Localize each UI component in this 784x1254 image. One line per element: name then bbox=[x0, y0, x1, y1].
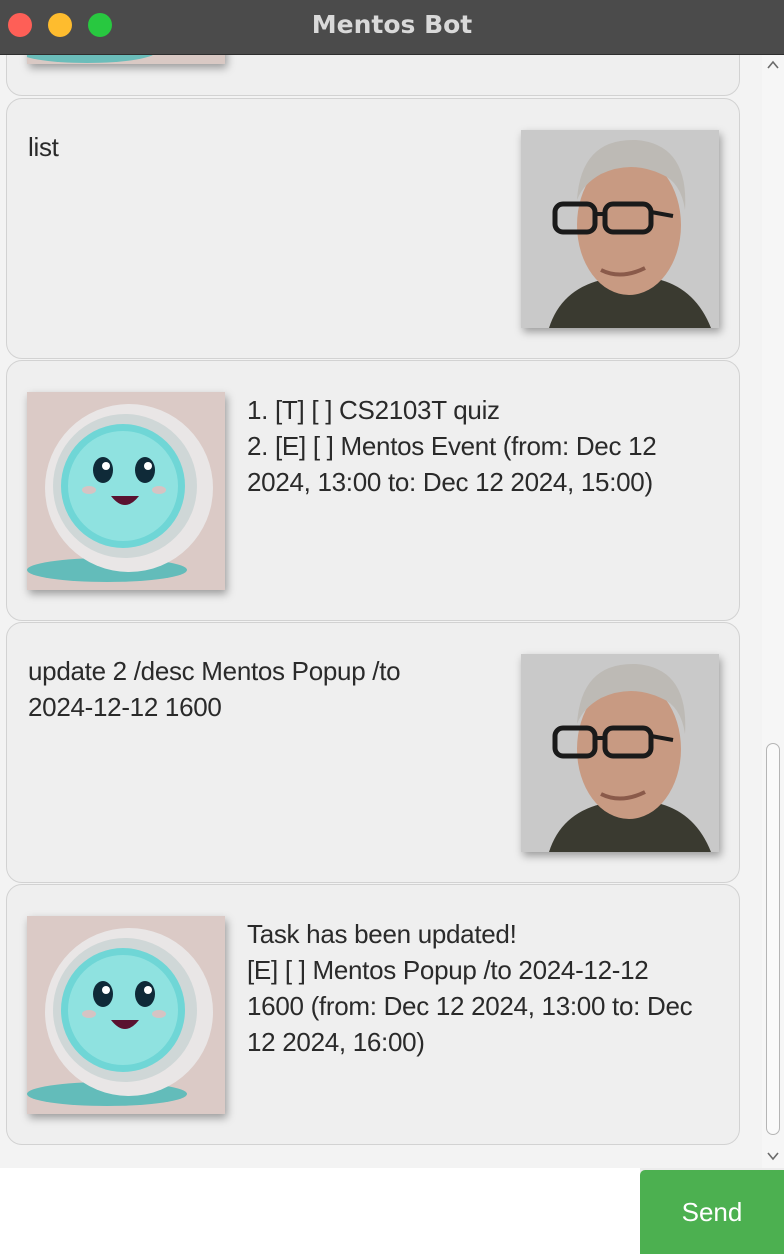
message-line: 1600 (from: Dec 12 2024, 13:00 to: Dec bbox=[247, 991, 693, 1021]
bot-avatar-mentos bbox=[27, 55, 225, 64]
message-line: Task has been updated! bbox=[247, 919, 517, 949]
user-message-text: list bbox=[28, 129, 59, 165]
message-line: update 2 /desc Mentos Popup /to bbox=[28, 656, 401, 686]
send-button[interactable]: Send bbox=[640, 1170, 784, 1254]
bot-avatar-mentos bbox=[27, 392, 225, 590]
vertical-scrollbar[interactable] bbox=[762, 55, 784, 1168]
message-input[interactable] bbox=[0, 1168, 640, 1254]
user-avatar-photo bbox=[521, 130, 719, 328]
message-line: [E] [ ] Mentos Popup /to 2024-12-12 bbox=[247, 955, 649, 985]
title-bar: Mentos Bot bbox=[0, 0, 784, 55]
user-message-bubble: update 2 /desc Mentos Popup /to 2024-12-… bbox=[6, 622, 740, 883]
window-title: Mentos Bot bbox=[311, 10, 473, 39]
bot-avatar-mentos bbox=[27, 916, 225, 1114]
user-message-text: update 2 /desc Mentos Popup /to 2024-12-… bbox=[28, 653, 401, 725]
bot-message-bubble: 1. [T] [ ] CS2103T quiz 2. [E] [ ] Mento… bbox=[6, 360, 740, 621]
bot-message-text: Task has been updated! [E] [ ] Mentos Po… bbox=[247, 916, 693, 1060]
scroll-up-arrow-icon[interactable] bbox=[765, 57, 781, 73]
scrollbar-thumb[interactable] bbox=[766, 743, 780, 1135]
message-line: 2. [E] [ ] Mentos Event (from: Dec 12 bbox=[247, 431, 657, 461]
bot-message-text: 1. [T] [ ] CS2103T quiz 2. [E] [ ] Mento… bbox=[247, 392, 657, 500]
previous-message-bubble bbox=[6, 55, 740, 96]
message-line: 2024, 13:00 to: Dec 12 2024, 15:00) bbox=[247, 467, 653, 497]
user-message-bubble: list bbox=[6, 98, 740, 359]
chat-scroll-pane[interactable]: list 1. [T] [] CS2103T quiz 2. [E] [] … bbox=[0, 55, 762, 1168]
message-line: 12 2024, 16:00) bbox=[247, 1027, 425, 1057]
user-avatar-photo bbox=[521, 654, 719, 852]
message-line: 1. [T] [ ] CS2103T quiz bbox=[247, 395, 500, 425]
bot-message-bubble: Task has been updated! [E] [ ] Mentos Po… bbox=[6, 884, 740, 1145]
message-line: 2024-12-12 1600 bbox=[28, 692, 222, 722]
scroll-down-arrow-icon[interactable] bbox=[765, 1148, 781, 1164]
message-line: list bbox=[28, 132, 59, 162]
